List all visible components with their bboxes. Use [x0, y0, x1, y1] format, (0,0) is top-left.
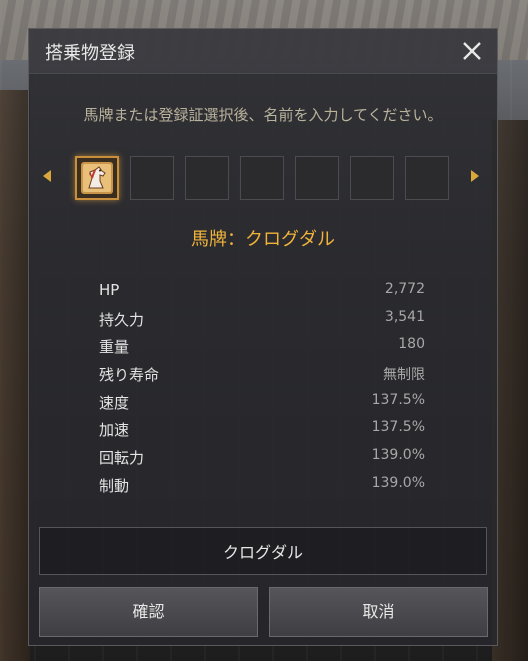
- item-slot-4[interactable]: [240, 156, 284, 200]
- stat-value: 137.5%: [371, 391, 425, 408]
- stat-value: 3,541: [384, 308, 425, 325]
- stat-label: 速度: [99, 393, 130, 412]
- horse-name-input[interactable]: [39, 527, 487, 575]
- item-slot-2[interactable]: [130, 156, 174, 200]
- stat-row: 速度 137.5%: [99, 392, 425, 420]
- dialog-titlebar: 搭乗物登録: [29, 29, 497, 74]
- stat-label: 重量: [99, 338, 130, 357]
- stat-row: HP 2,772: [99, 281, 425, 309]
- item-slot-7[interactable]: [405, 156, 449, 200]
- background-post-left: [0, 90, 30, 661]
- close-icon[interactable]: [459, 38, 485, 64]
- stat-label: 残り寿命: [99, 366, 160, 385]
- horse-tag-icon: [81, 162, 113, 194]
- stat-value: 180: [398, 336, 425, 353]
- dialog-title: 搭乗物登録: [45, 43, 135, 64]
- cancel-button[interactable]: 取消: [269, 587, 488, 637]
- stat-label: 制動: [99, 476, 130, 495]
- stats-list: HP 2,772 持久力 3,541 重量 180 残り寿命 無制限 速度 13…: [99, 281, 425, 503]
- instruction-text: 馬牌または登録証選択後、名前を入力してください。: [83, 106, 443, 124]
- arrow-right-icon[interactable]: [471, 170, 479, 182]
- confirm-button[interactable]: 確認: [39, 587, 258, 637]
- arrow-left-icon[interactable]: [43, 170, 51, 182]
- stat-value: 139.0%: [371, 447, 425, 464]
- stat-value: 137.5%: [371, 419, 425, 436]
- item-slot-row: [43, 156, 483, 202]
- stat-label: 回転力: [99, 449, 145, 468]
- stat-value: 139.0%: [371, 474, 425, 491]
- selected-horse-name: 馬牌：クログダル: [191, 229, 335, 250]
- mount-registration-dialog: 搭乗物登録 馬牌または登録証選択後、名前を入力してください。 馬牌：クログダル …: [28, 28, 498, 646]
- stat-value: 無制限: [383, 367, 425, 384]
- item-slot-1[interactable]: [75, 156, 119, 200]
- item-slot-3[interactable]: [185, 156, 229, 200]
- stat-row: 加速 137.5%: [99, 419, 425, 447]
- stat-row: 残り寿命 無制限: [99, 364, 425, 392]
- stat-label: 持久力: [99, 310, 145, 329]
- stat-row: 制動 139.0%: [99, 475, 425, 503]
- stat-label: HP: [99, 281, 120, 299]
- stat-row: 持久力 3,541: [99, 309, 425, 337]
- stat-label: 加速: [99, 421, 130, 440]
- item-slot-6[interactable]: [350, 156, 394, 200]
- stat-value: 2,772: [384, 281, 425, 297]
- item-slot-5[interactable]: [295, 156, 339, 200]
- stat-row: 回転力 139.0%: [99, 447, 425, 475]
- stat-row: 重量 180: [99, 336, 425, 364]
